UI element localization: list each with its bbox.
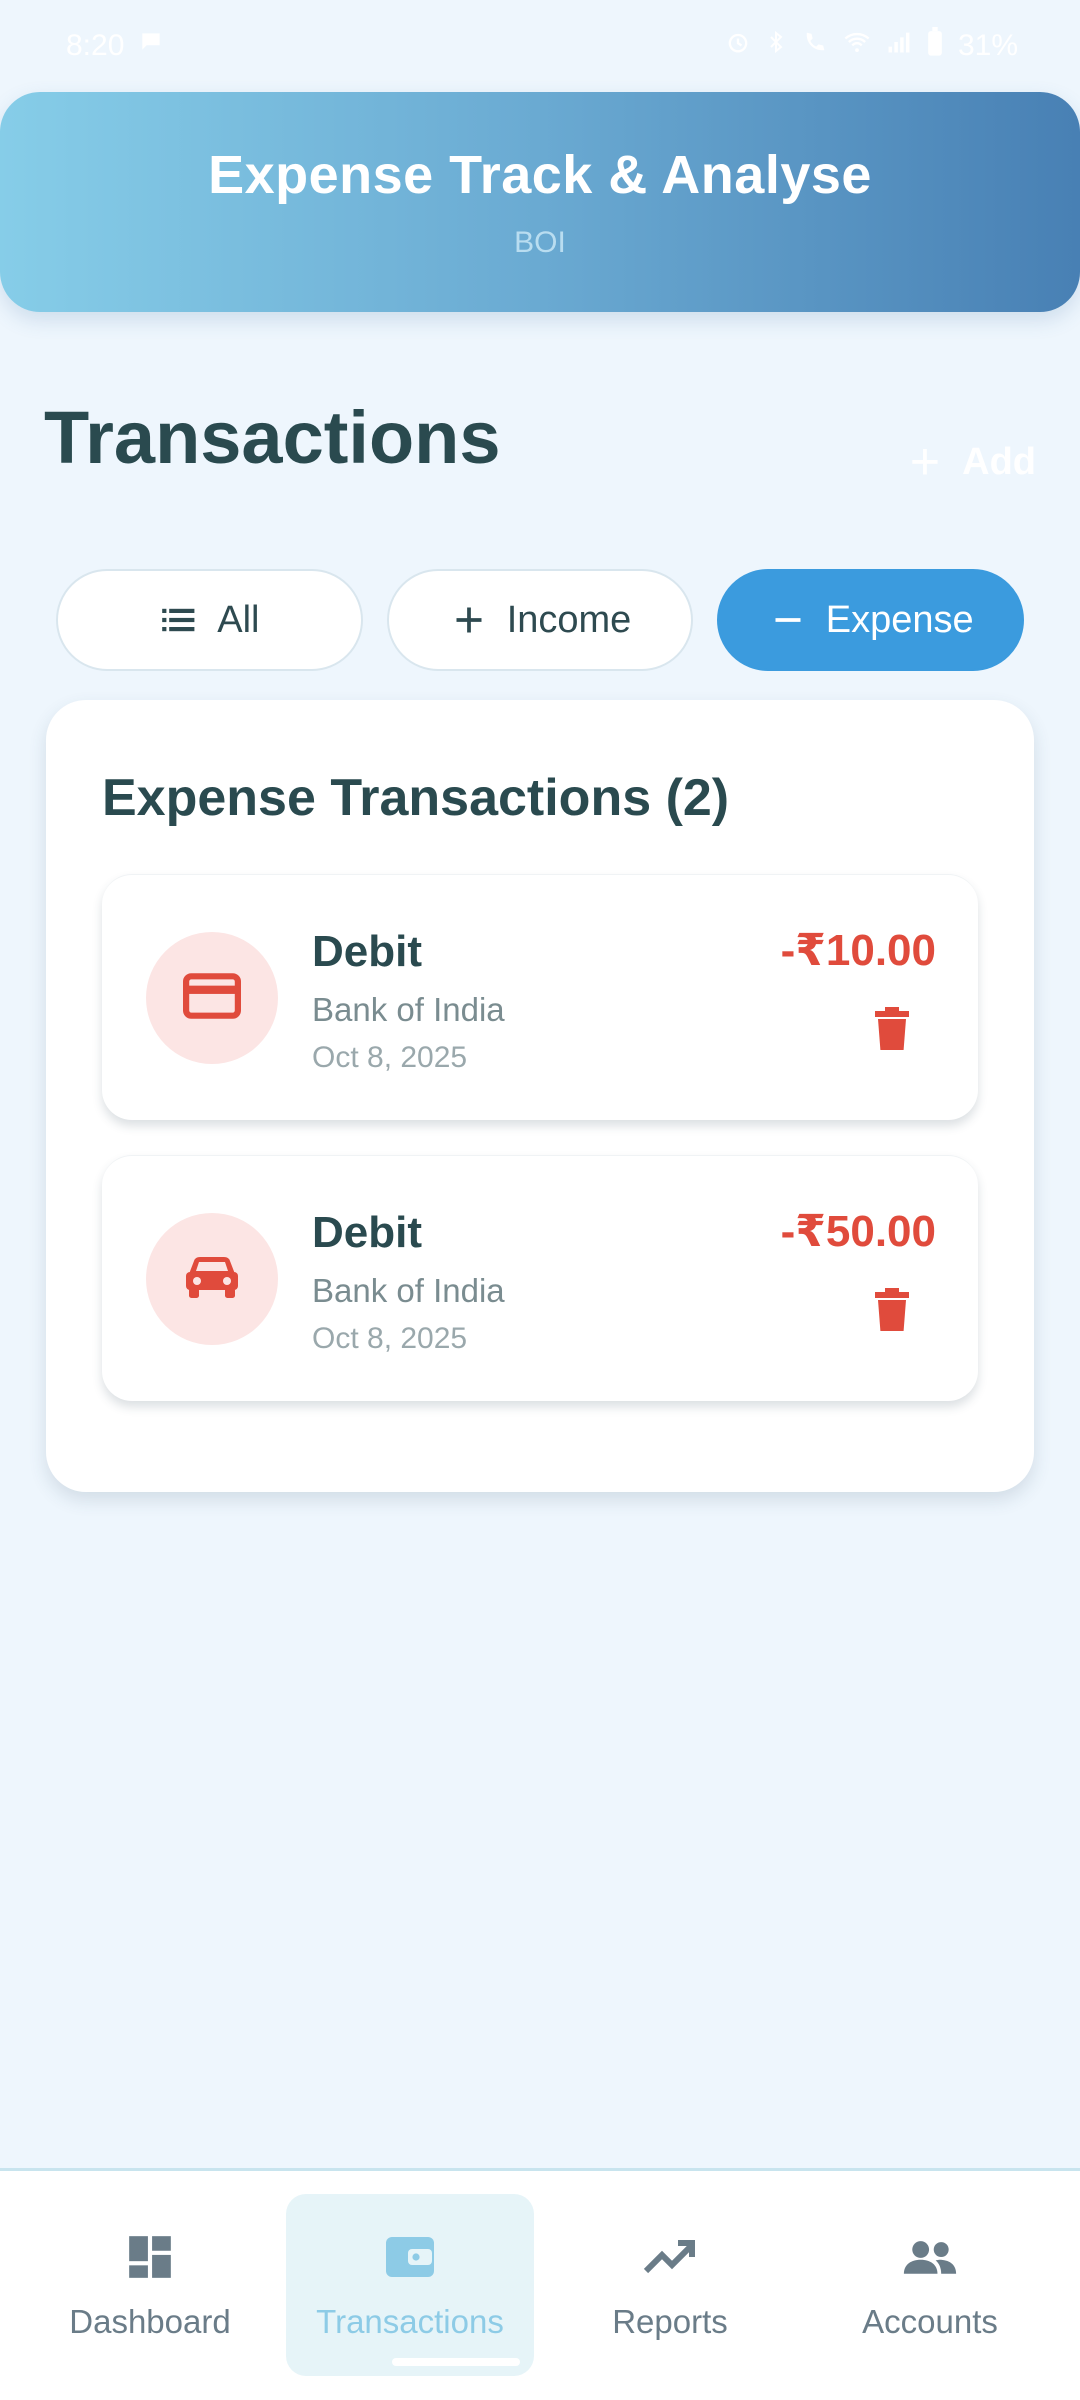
filter-expense-label: Expense (825, 598, 974, 641)
status-right: 31% (724, 27, 1018, 65)
dashboard-icon (122, 2229, 178, 2285)
alarm-icon (724, 28, 752, 64)
nav-dashboard[interactable]: Dashboard (26, 2194, 274, 2376)
list-icon (159, 600, 199, 640)
wifi-icon (842, 28, 872, 64)
battery-icon (926, 27, 944, 65)
bottom-nav: Dashboard Transactions Reports Accounts (0, 2168, 1080, 2400)
app-title: Expense Track & Analyse (208, 145, 872, 205)
battery-percent: 31% (957, 29, 1018, 62)
plus-icon: + (909, 433, 941, 491)
transaction-icon-circle (146, 1213, 278, 1345)
page-title: Transactions (44, 396, 501, 479)
nav-accounts-label: Accounts (862, 2303, 998, 2340)
app-subtitle: BOI (514, 226, 566, 259)
status-bar: 8:20 31% (0, 0, 1080, 92)
filter-expense[interactable]: Expense (717, 569, 1025, 671)
trash-icon (875, 1006, 909, 1054)
transaction-amount: -₹50.00 (780, 1207, 936, 1256)
nav-transactions-label: Transactions (316, 2303, 504, 2340)
status-left: 8:20 (66, 29, 164, 63)
credit-card-icon (183, 972, 241, 1024)
wallet-icon (382, 2229, 438, 2285)
delete-button[interactable] (870, 1005, 914, 1055)
transaction-type: Debit (312, 1208, 422, 1257)
transaction-date: Oct 8, 2025 (312, 1041, 468, 1074)
trending-up-icon (642, 2229, 698, 2285)
app-header: Expense Track & Analyse BOI (0, 92, 1080, 312)
card-title: Expense Transactions (2) (102, 769, 730, 827)
car-icon (184, 1254, 240, 1305)
transaction-bank: Bank of India (312, 991, 505, 1028)
filter-income[interactable]: Income (386, 569, 694, 671)
filter-income-label: Income (506, 598, 632, 641)
status-icons (724, 27, 944, 65)
home-indicator (392, 2358, 520, 2366)
filter-all[interactable]: All (56, 569, 363, 671)
trash-icon (875, 1287, 909, 1335)
filter-tabs: All Income Expense (56, 569, 1025, 671)
chat-notification-icon (138, 29, 164, 63)
plus-icon (449, 600, 489, 640)
delete-button[interactable] (870, 1286, 914, 1336)
minus-icon (768, 600, 808, 640)
nav-accounts[interactable]: Accounts (806, 2194, 1054, 2376)
add-button[interactable]: + Add (910, 436, 1036, 488)
nav-dashboard-label: Dashboard (69, 2303, 231, 2340)
signal-icon (884, 28, 914, 64)
expense-transactions-card: Expense Transactions (2) Debit Bank of I… (46, 700, 1034, 1492)
status-time: 8:20 (66, 29, 125, 62)
nav-transactions[interactable]: Transactions (286, 2194, 534, 2376)
filter-all-label: All (217, 598, 260, 641)
nav-reports-label: Reports (612, 2303, 728, 2340)
people-icon (902, 2229, 958, 2285)
nav-reports[interactable]: Reports (546, 2194, 794, 2376)
add-label: Add (962, 440, 1036, 483)
transaction-amount: -₹10.00 (780, 926, 936, 975)
transaction-icon-circle (146, 932, 278, 1064)
transaction-item[interactable]: Debit Bank of India Oct 8, 2025 -₹50.00 (102, 1155, 978, 1401)
bluetooth-icon (764, 28, 788, 64)
transaction-item[interactable]: Debit Bank of India Oct 8, 2025 -₹10.00 (102, 874, 978, 1120)
transaction-date: Oct 8, 2025 (312, 1322, 468, 1355)
wifi-call-icon (800, 28, 830, 64)
transaction-bank: Bank of India (312, 1272, 505, 1309)
transaction-type: Debit (312, 927, 422, 976)
